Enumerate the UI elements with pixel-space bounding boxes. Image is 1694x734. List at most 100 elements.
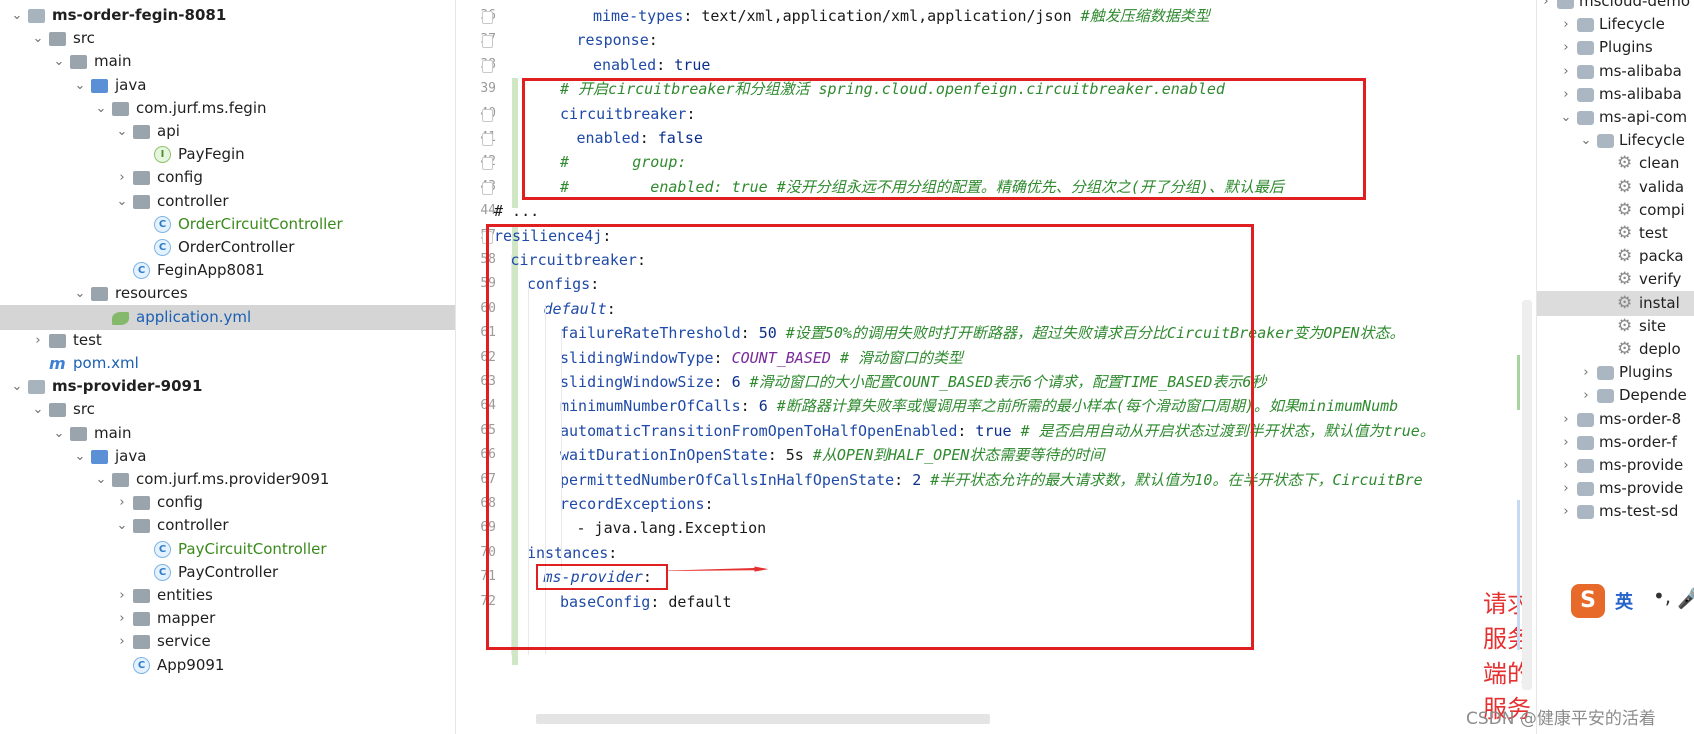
maven-tree-item[interactable]: ⚙ clean	[1537, 151, 1694, 176]
fold-marker-icon[interactable]	[482, 11, 493, 24]
tree-item[interactable]: ⌄ com.jurf.ms.provider9091	[0, 467, 455, 492]
maven-tree-item[interactable]: › Depende	[1537, 383, 1694, 408]
maven-tree-item[interactable]: › ms-provide	[1537, 453, 1694, 478]
chevron-down-icon[interactable]: ⌄	[115, 513, 129, 538]
maven-tree-item[interactable]: ⌄ Lifecycle	[1537, 128, 1694, 153]
ime-punct-icon[interactable]: •,	[1653, 584, 1671, 608]
tree-item[interactable]: C App9091	[0, 653, 455, 678]
fold-marker-icon[interactable]	[482, 59, 493, 73]
tree-item[interactable]: › config	[0, 490, 455, 515]
horizontal-scrollbar[interactable]	[536, 714, 990, 724]
tree-item[interactable]: ⌄ controller	[0, 189, 455, 214]
chevron-down-icon[interactable]: ⌄	[73, 281, 87, 306]
maven-tree-item[interactable]: › ms-provide	[1537, 476, 1694, 501]
tree-item[interactable]: ⌄ src	[0, 397, 455, 422]
chevron-down-icon[interactable]: ⌄	[31, 26, 45, 51]
tree-item[interactable]: ⌄ main	[0, 421, 455, 446]
chevron-down-icon[interactable]: ⌄	[115, 189, 129, 214]
chevron-right-icon[interactable]: ›	[1559, 35, 1573, 60]
tree-item[interactable]: ⌄ resources	[0, 281, 455, 306]
maven-tree-item[interactable]: › ms-order-f	[1537, 430, 1694, 455]
fold-marker-icon[interactable]	[482, 35, 493, 49]
code-editor[interactable]: 3637383940414243445758596061626364656667…	[456, 0, 1535, 734]
chevron-right-icon[interactable]: ›	[115, 583, 129, 608]
tree-item[interactable]: ⌄ main	[0, 49, 455, 74]
maven-tree-item[interactable]: › ms-alibaba	[1537, 82, 1694, 107]
code-line[interactable]: # ...	[494, 198, 539, 224]
maven-tree-item[interactable]: › ms-test-sd	[1537, 499, 1694, 524]
tree-item[interactable]: › config	[0, 165, 455, 190]
chevron-down-icon[interactable]: ⌄	[52, 49, 66, 74]
tree-item[interactable]: › mapper	[0, 606, 455, 631]
chevron-right-icon[interactable]: ›	[1579, 360, 1593, 385]
tree-item[interactable]: ⌄ src	[0, 26, 455, 51]
chevron-right-icon[interactable]: ›	[31, 328, 45, 353]
tree-item[interactable]: ⌄ com.jurf.ms.fegin	[0, 96, 455, 121]
chevron-right-icon[interactable]: ›	[1559, 499, 1573, 524]
ime-mode-label[interactable]: 英	[1615, 588, 1633, 614]
code-line[interactable]: response:	[577, 27, 658, 53]
chevron-down-icon[interactable]: ⌄	[94, 467, 108, 492]
tree-item[interactable]: › entities	[0, 583, 455, 608]
code-line[interactable]: enabled: true	[593, 52, 710, 78]
vertical-scrollbar[interactable]	[1522, 300, 1532, 690]
tree-item[interactable]: ⌄ java	[0, 73, 455, 98]
maven-tree-item[interactable]: › ms-order-8	[1537, 407, 1694, 432]
maven-tree-item[interactable]: › Plugins	[1537, 35, 1694, 60]
tree-item[interactable]: ⌄ java	[0, 444, 455, 469]
chevron-down-icon[interactable]: ⌄	[52, 421, 66, 446]
chevron-down-icon[interactable]: ⌄	[73, 444, 87, 469]
fold-marker-icon[interactable]	[482, 157, 493, 171]
tree-item[interactable]: › service	[0, 629, 455, 654]
chevron-right-icon[interactable]: ›	[1579, 383, 1593, 408]
chevron-down-icon[interactable]: ⌄	[31, 397, 45, 422]
fold-marker-icon[interactable]	[482, 133, 493, 146]
chevron-right-icon[interactable]: ›	[1559, 453, 1573, 478]
chevron-right-icon[interactable]: ›	[1559, 59, 1573, 84]
maven-tree-item[interactable]: › ms-alibaba	[1537, 59, 1694, 84]
maven-tree-item[interactable]: ⚙ instal	[1537, 290, 1694, 316]
chevron-right-icon[interactable]: ›	[1559, 430, 1573, 455]
chevron-down-icon[interactable]: ⌄	[10, 374, 24, 399]
tree-item[interactable]: C OrderController	[0, 235, 455, 260]
maven-tree-item[interactable]: ⚙ compi	[1537, 198, 1694, 223]
chevron-right-icon[interactable]: ›	[1559, 12, 1573, 37]
tree-item[interactable]: C PayController	[0, 560, 455, 585]
chevron-down-icon[interactable]: ⌄	[115, 119, 129, 144]
chevron-down-icon[interactable]: ⌄	[1559, 105, 1573, 130]
tree-item[interactable]: ⌄ ms-provider-9091	[0, 374, 455, 399]
maven-tree-item[interactable]: ⚙ test	[1537, 221, 1694, 246]
maven-tree-item[interactable]: ⚙ valida	[1537, 175, 1694, 200]
tree-item[interactable]: C FeginApp8081	[0, 258, 455, 283]
chevron-down-icon[interactable]: ⌄	[10, 3, 24, 28]
ime-toolbar[interactable]: S 英 •, 🎤	[1569, 582, 1694, 620]
maven-tree-item[interactable]: ⚙ packa	[1537, 244, 1694, 269]
maven-tree-item[interactable]: › Lifecycle	[1537, 12, 1694, 37]
maven-tree-item[interactable]: › Plugins	[1537, 360, 1694, 385]
maven-tree-item[interactable]: ⚙ deplo	[1537, 337, 1694, 362]
maven-tree-item[interactable]: ⚙ site	[1537, 314, 1694, 339]
tree-item[interactable]: C OrderCircuitController	[0, 212, 455, 237]
maven-tree-item[interactable]: ⌄ ms-api-com	[1537, 105, 1694, 130]
chevron-down-icon[interactable]: ⌄	[94, 96, 108, 121]
chevron-right-icon[interactable]: ›	[1559, 82, 1573, 107]
chevron-right-icon[interactable]: ›	[115, 165, 129, 190]
maven-tree-item[interactable]: ⚙ verify	[1537, 267, 1694, 292]
chevron-right-icon[interactable]: ›	[115, 606, 129, 631]
fold-marker-icon[interactable]	[482, 108, 493, 122]
code-line[interactable]: mime-types: text/xml,application/xml,app…	[593, 3, 1210, 29]
tree-item[interactable]: m pom.xml	[0, 351, 455, 376]
tree-item[interactable]: › test	[0, 328, 455, 353]
chevron-right-icon[interactable]: ›	[1559, 476, 1573, 501]
chevron-right-icon[interactable]: ›	[1559, 407, 1573, 432]
tree-item[interactable]: application.yml	[0, 304, 455, 330]
fold-marker-icon[interactable]	[482, 181, 493, 195]
chevron-right-icon[interactable]: ›	[115, 629, 129, 654]
chevron-right-icon[interactable]: ›	[115, 490, 129, 515]
chevron-down-icon[interactable]: ⌄	[73, 73, 87, 98]
tree-item[interactable]: I PayFegin	[0, 142, 455, 167]
tree-item[interactable]: ⌄ api	[0, 119, 455, 144]
tree-item[interactable]: ⌄ ms-order-fegin-8081	[0, 3, 455, 28]
microphone-icon[interactable]: 🎤	[1677, 586, 1694, 610]
chevron-down-icon[interactable]: ⌄	[1579, 128, 1593, 153]
